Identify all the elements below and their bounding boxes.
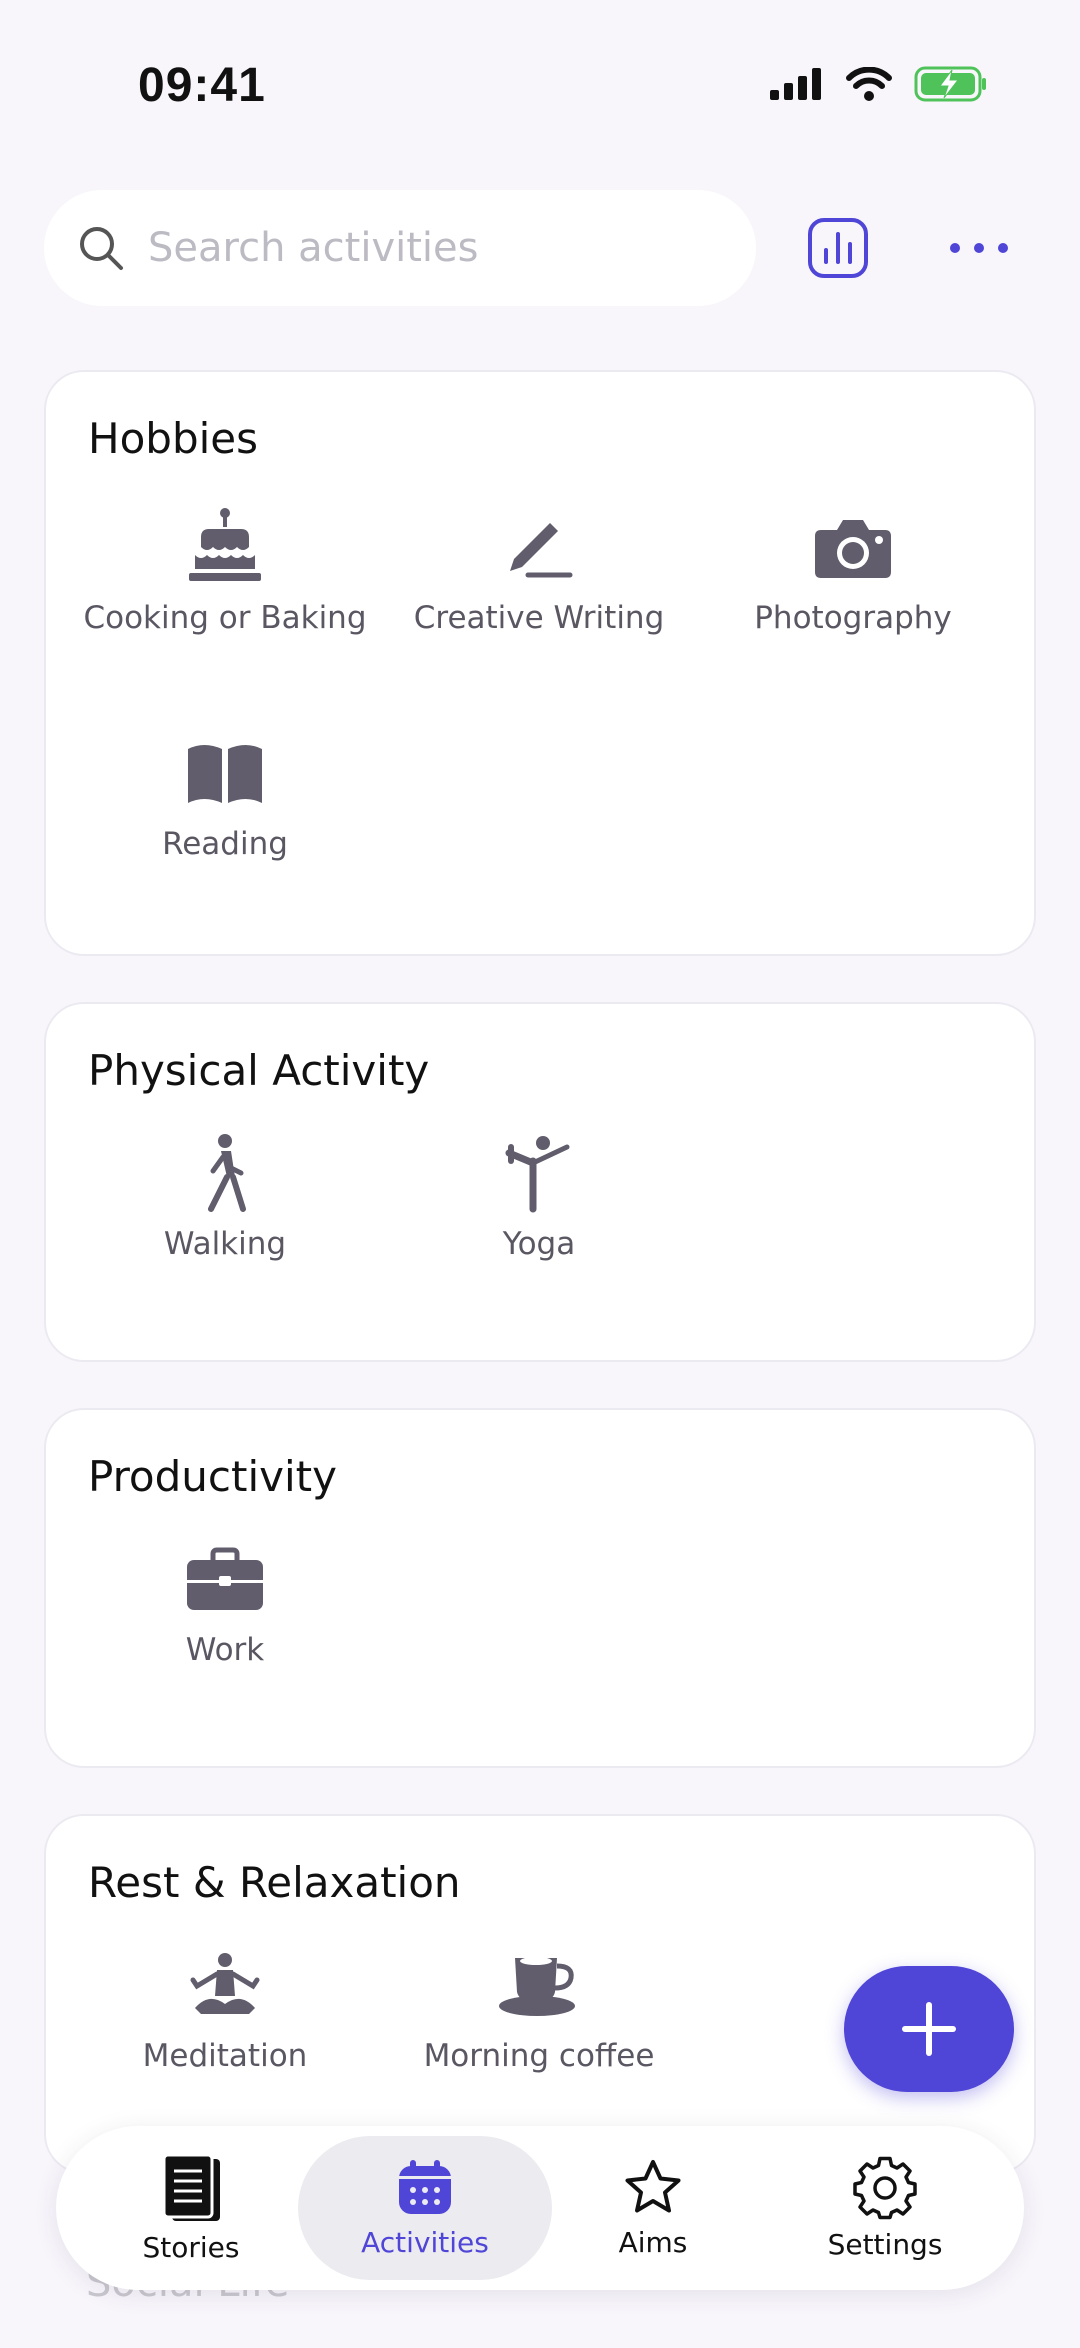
category-card-hobbies: Hobbies Cooking or Baking Creative Writi…	[44, 370, 1036, 956]
category-card-productivity: Productivity Work	[44, 1408, 1036, 1768]
activity-label: Yoga	[502, 1226, 576, 1262]
activity-yoga[interactable]: Yoga	[382, 1128, 696, 1262]
wifi-icon	[846, 67, 892, 101]
activity-cooking-or-baking[interactable]: Cooking or Baking	[68, 502, 382, 636]
activity-label: Photography	[754, 600, 952, 636]
bar-chart-icon	[808, 218, 868, 278]
bottom-navigation: Stories Activities Aims Settings	[56, 2126, 1024, 2290]
activity-label: Walking	[163, 1226, 287, 1262]
yoga-icon	[494, 1128, 584, 1218]
activity-label: Meditation	[142, 2038, 308, 2074]
status-icons	[770, 66, 988, 102]
nav-label: Settings	[827, 2227, 943, 2261]
more-dot	[998, 243, 1008, 253]
nav-label: Aims	[618, 2225, 688, 2259]
activity-meditation[interactable]: Meditation	[68, 1940, 382, 2074]
statistics-button[interactable]	[806, 216, 870, 280]
nav-label: Activities	[361, 2225, 489, 2259]
nav-label: Stories	[142, 2230, 240, 2264]
activity-reading[interactable]: Reading	[68, 728, 382, 862]
briefcase-icon	[180, 1534, 270, 1624]
cake-icon	[180, 502, 270, 592]
nav-item-settings[interactable]: Settings	[770, 2136, 1000, 2280]
more-dot	[950, 243, 960, 253]
activity-photography[interactable]: Photography	[696, 502, 1010, 636]
activity-walking[interactable]: Walking	[68, 1128, 382, 1262]
activity-label: Creative Writing	[413, 600, 665, 636]
gear-icon	[853, 2156, 917, 2219]
meditation-icon	[180, 1940, 270, 2030]
activity-morning-coffee[interactable]: Morning coffee	[382, 1940, 696, 2074]
activity-label: Reading	[162, 826, 288, 862]
add-activity-button[interactable]	[844, 1966, 1014, 2092]
notebook-icon	[162, 2153, 220, 2221]
coffee-cup-icon	[494, 1940, 584, 2030]
activity-label: Work	[185, 1632, 265, 1668]
nav-item-activities[interactable]: Activities	[298, 2136, 552, 2280]
calendar-icon	[399, 2159, 451, 2214]
category-card-physical-activity: Physical Activity Walking Yoga	[44, 1002, 1036, 1362]
nav-item-stories[interactable]: Stories	[76, 2136, 306, 2280]
plus-icon	[902, 2002, 956, 2056]
more-dot	[974, 243, 984, 253]
walking-icon	[180, 1128, 270, 1218]
category-title: Hobbies	[88, 414, 258, 463]
category-title: Productivity	[88, 1452, 337, 1501]
nav-item-aims[interactable]: Aims	[538, 2136, 768, 2280]
search-bar[interactable]	[44, 190, 756, 306]
cellular-signal-icon	[770, 68, 821, 100]
search-icon	[80, 227, 123, 270]
category-title: Rest & Relaxation	[88, 1858, 461, 1907]
search-input[interactable]	[148, 225, 708, 271]
activity-label: Morning coffee	[423, 2038, 655, 2074]
more-options-button[interactable]	[950, 230, 1008, 266]
star-icon	[625, 2159, 681, 2212]
status-bar: 09:41	[0, 0, 1080, 170]
book-icon	[180, 728, 270, 818]
battery-charging-icon	[914, 66, 986, 102]
pencil-icon	[494, 502, 584, 592]
status-time: 09:41	[138, 59, 266, 112]
activity-work[interactable]: Work	[68, 1534, 382, 1668]
activity-creative-writing[interactable]: Creative Writing	[382, 502, 696, 636]
camera-icon	[808, 502, 898, 592]
activity-label: Cooking or Baking	[83, 600, 367, 636]
category-title: Physical Activity	[88, 1046, 430, 1095]
